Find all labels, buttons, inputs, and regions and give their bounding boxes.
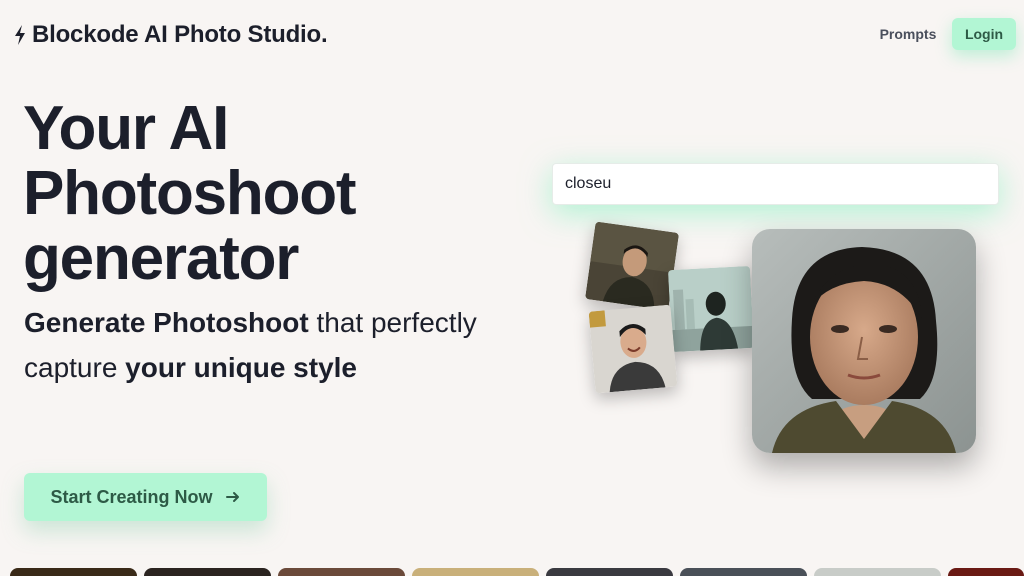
gallery-thumbnail[interactable] [948,568,1024,576]
gallery-thumbnail[interactable] [546,568,673,576]
hero-title-line: generator [23,224,299,293]
sample-photo-smiling-man [588,304,678,394]
prompt-input-container[interactable] [552,163,999,205]
gallery-thumbnail[interactable] [412,568,539,576]
sample-photo-man [584,221,680,311]
prompt-input[interactable] [565,175,986,193]
hero-title-line: Your AI [23,94,229,163]
hero-title: Your AI Photoshoot generator [23,96,503,291]
brand-name: Blockode AI Photo Studio. [32,21,328,48]
start-creating-button[interactable]: Start Creating Now [24,473,267,521]
gallery-thumbnail[interactable] [814,568,941,576]
gallery-strip [0,568,1024,576]
main-portrait-photo [752,229,976,453]
lightning-icon [15,25,25,45]
login-button[interactable]: Login [952,18,1016,50]
start-creating-label: Start Creating Now [50,486,213,507]
brand-logo[interactable]: Blockode AI Photo Studio. [13,20,328,50]
gallery-thumbnail[interactable] [680,568,807,576]
hero-subtitle: Generate Photoshoot that perfectly captu… [24,300,484,390]
gallery-thumbnail[interactable] [10,568,137,576]
arrow-right-icon [225,492,239,502]
sample-photo-woman-back [667,265,755,353]
gallery-thumbnail[interactable] [144,568,271,576]
gallery-thumbnail[interactable] [278,568,405,576]
hero-sub-bold: Generate Photoshoot [24,307,309,338]
nav-prompts-link[interactable]: Prompts [872,20,944,48]
hero-sub-bold: your unique style [125,352,357,383]
hero-title-line: Photoshoot [23,159,357,228]
